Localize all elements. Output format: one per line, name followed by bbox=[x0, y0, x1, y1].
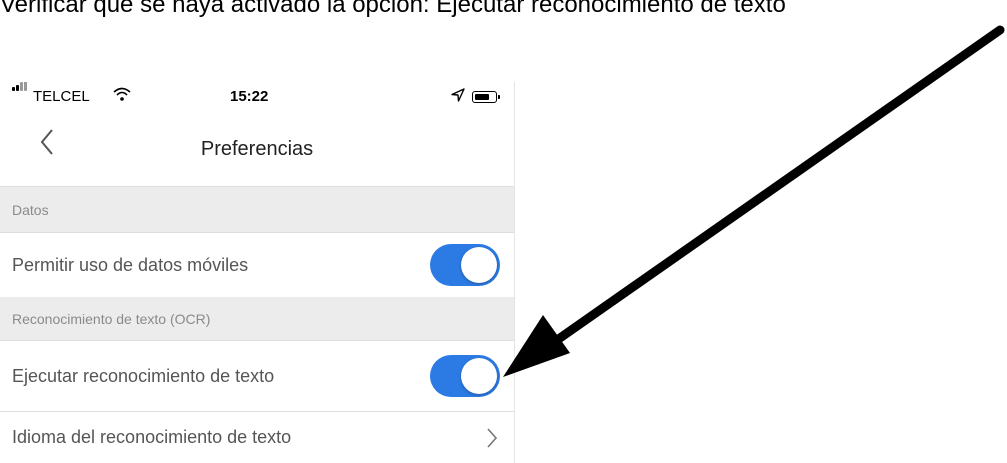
annotation-arrow-icon bbox=[503, 25, 1005, 377]
